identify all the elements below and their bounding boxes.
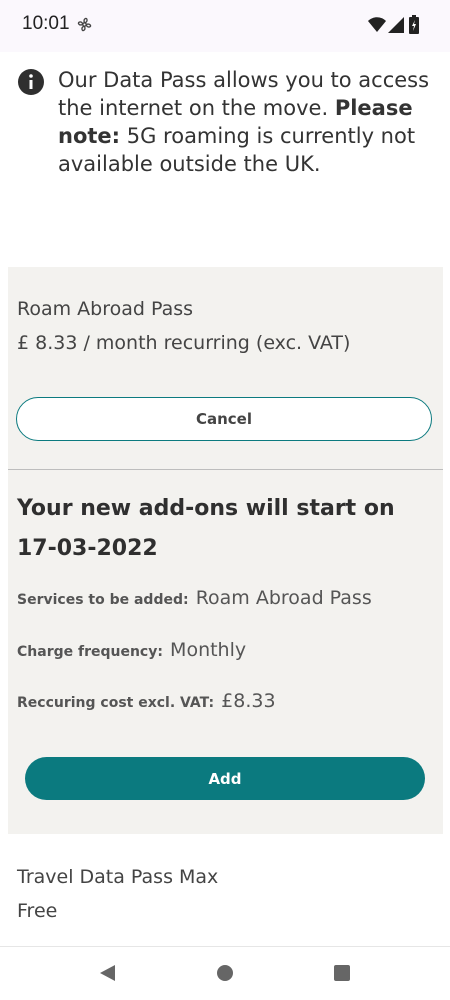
services-label: Services to be added:	[17, 592, 189, 608]
cost-value: £8.33	[221, 690, 276, 712]
cost-row: Reccuring cost excl. VAT: £8.33	[17, 690, 437, 712]
roam-abroad-card: Roam Abroad Pass £ 8.33 / month recurrin…	[8, 267, 443, 834]
cost-label: Reccuring cost excl. VAT:	[17, 695, 215, 711]
pass-price: £ 8.33 / month recurring (exc. VAT)	[17, 332, 351, 354]
frequency-label: Charge frequency:	[17, 644, 163, 660]
navigation-bar	[0, 946, 450, 1000]
back-icon[interactable]	[98, 964, 116, 982]
services-value: Roam Abroad Pass	[195, 587, 372, 609]
divider	[8, 469, 443, 470]
frequency-row: Charge frequency: Monthly	[17, 639, 437, 661]
battery-icon	[409, 15, 419, 34]
info-text: Our Data Pass allows you to access the i…	[58, 66, 443, 178]
addons-heading: Your new add-ons will start on 17-03-202…	[17, 496, 395, 561]
pass-name: Roam Abroad Pass	[17, 298, 194, 320]
wifi-icon	[368, 17, 386, 32]
next-pass-name[interactable]: Travel Data Pass Max	[17, 866, 218, 888]
cancel-button[interactable]: Cancel	[16, 397, 432, 441]
fan-icon	[77, 17, 92, 32]
home-icon[interactable]	[216, 964, 234, 982]
frequency-value: Monthly	[170, 639, 247, 661]
recents-icon[interactable]	[334, 965, 350, 981]
services-row: Services to be added: Roam Abroad Pass	[17, 587, 437, 609]
status-time: 10:01	[22, 13, 70, 34]
status-bar: 10:01	[0, 0, 450, 52]
add-button[interactable]: Add	[25, 757, 425, 800]
info-icon	[18, 69, 44, 95]
next-pass-price: Free	[17, 900, 58, 922]
signal-icon	[388, 17, 404, 33]
